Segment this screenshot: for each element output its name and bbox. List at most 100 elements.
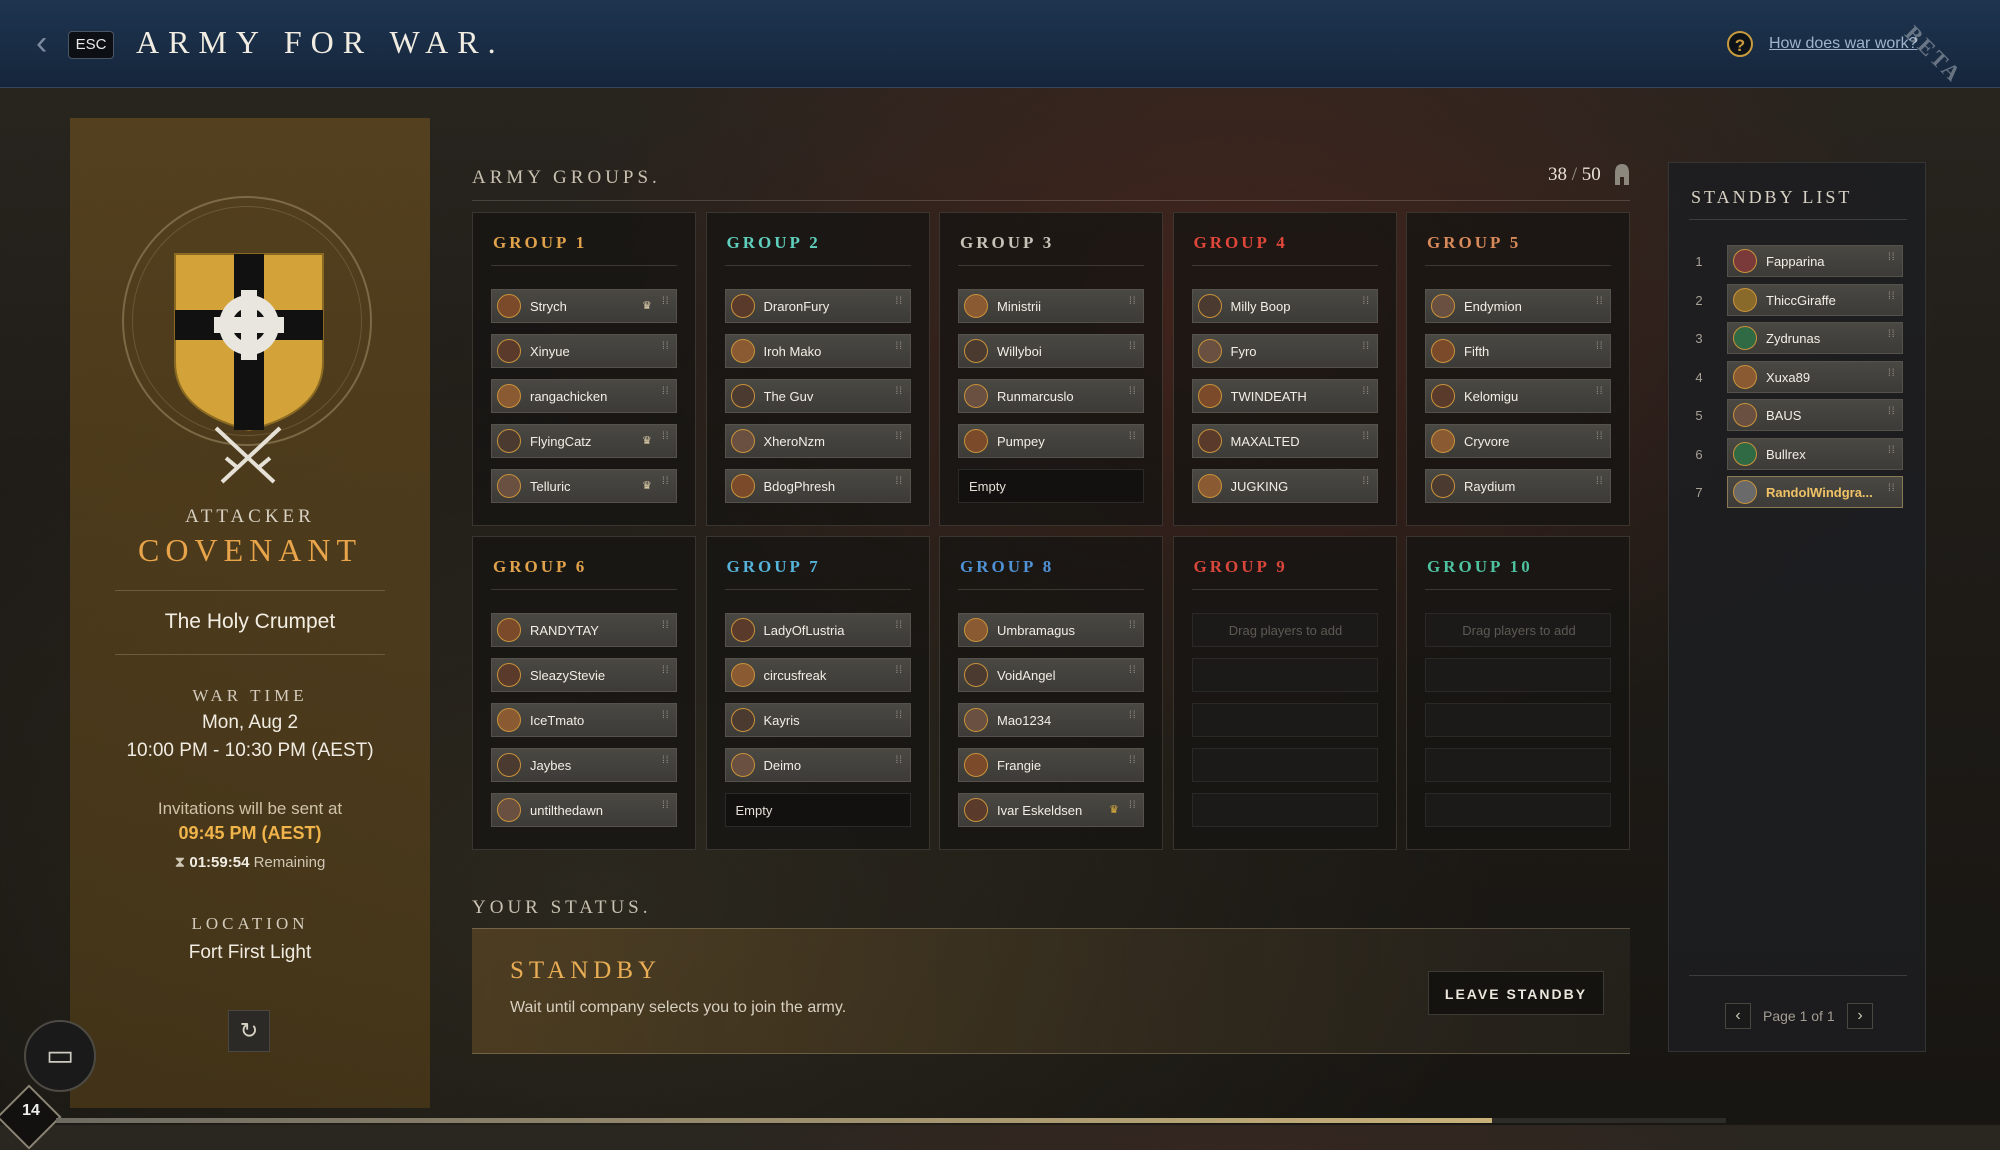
drag-handle-icon[interactable]: ⁞⁞ (1888, 407, 1896, 423)
drag-handle-icon[interactable]: ⁞⁞ (1888, 330, 1896, 346)
player-slot[interactable]: Ministrii ⁞⁞ (958, 289, 1144, 323)
drag-handle-icon[interactable]: ⁞⁞ (662, 387, 670, 403)
drag-handle-icon[interactable]: ⁞⁞ (1888, 291, 1896, 308)
drag-handle-icon[interactable]: ⁞⁞ (662, 621, 670, 637)
player-slot[interactable]: RANDYTAY ⁞⁞ (491, 613, 677, 647)
empty-drop-slot[interactable] (1425, 748, 1611, 782)
empty-drop-slot[interactable] (1191, 793, 1378, 827)
drag-handle-icon[interactable]: ⁞⁞ (1129, 621, 1137, 637)
player-slot[interactable]: IceTmato ⁞⁞ (491, 703, 677, 737)
leave-standby-button[interactable]: LEAVE STANDBY (1428, 971, 1604, 1015)
drag-handle-icon[interactable]: ⁞⁞ (662, 756, 670, 772)
empty-drop-slot[interactable] (1191, 703, 1378, 737)
player-slot[interactable]: Mao1234 ⁞⁞ (958, 703, 1144, 737)
drag-handle-icon[interactable]: ⁞⁞ (896, 756, 904, 772)
drag-handle-icon[interactable]: ⁞⁞ (1129, 387, 1137, 403)
drag-handle-icon[interactable]: ⁞⁞ (1129, 756, 1137, 772)
player-slot[interactable]: Runmarcuslo ⁞⁞ (958, 379, 1144, 413)
empty-slot[interactable]: Empty (958, 469, 1144, 503)
player-slot[interactable]: Fyro ⁞⁞ (1191, 334, 1378, 368)
player-slot[interactable]: Kelomigu ⁞⁞ (1425, 379, 1611, 413)
player-slot[interactable]: The Guv ⁞⁞ (724, 379, 911, 413)
player-slot[interactable]: Jaybes ⁞⁞ (491, 748, 677, 782)
drag-handle-icon[interactable]: ⁞⁞ (1129, 801, 1137, 817)
player-slot[interactable]: Ivar Eskeldsen ♛ ⁞⁞ (958, 793, 1144, 827)
esc-button[interactable]: ESC (68, 31, 114, 59)
drag-handle-icon[interactable]: ⁞⁞ (1596, 477, 1604, 493)
drag-handle-icon[interactable]: ⁞⁞ (896, 621, 904, 637)
player-slot[interactable]: Pumpey ⁞⁞ (958, 424, 1144, 458)
player-slot[interactable]: Raydium ⁞⁞ (1425, 469, 1611, 503)
player-slot[interactable]: Fifth ⁞⁞ (1425, 334, 1611, 368)
player-slot[interactable]: FlyingCatz ♛ ⁞⁞ (491, 424, 677, 458)
player-slot[interactable]: JUGKING ⁞⁞ (1191, 469, 1378, 503)
player-slot[interactable]: circusfreak ⁞⁞ (724, 658, 911, 692)
chat-button[interactable]: ▭ (24, 1020, 96, 1092)
player-slot[interactable]: SleazyStevie ⁞⁞ (491, 658, 677, 692)
drag-handle-icon[interactable]: ⁞⁞ (1129, 342, 1137, 358)
refresh-button[interactable]: ↻ (228, 1010, 270, 1052)
drag-handle-icon[interactable]: ⁞⁞ (1363, 297, 1371, 313)
prev-page-button[interactable]: ‹ (1725, 1003, 1751, 1029)
player-slot[interactable]: rangachicken ⁞⁞ (491, 379, 677, 413)
standby-player-slot[interactable]: Bullrex ⁞⁞ (1727, 437, 1903, 470)
drag-handle-icon[interactable]: ⁞⁞ (1363, 477, 1371, 493)
drag-handle-icon[interactable]: ⁞⁞ (1129, 432, 1137, 448)
drag-handle-icon[interactable]: ⁞⁞ (1363, 387, 1371, 403)
empty-drop-slot[interactable] (1425, 703, 1611, 737)
player-slot[interactable]: Endymion ⁞⁞ (1425, 289, 1611, 323)
player-slot[interactable]: Iroh Mako ⁞⁞ (724, 334, 911, 368)
empty-drop-slot[interactable] (1191, 748, 1378, 782)
drag-handle-icon[interactable]: ⁞⁞ (896, 666, 904, 682)
player-slot[interactable]: MAXALTED ⁞⁞ (1191, 424, 1378, 458)
player-slot[interactable]: Umbramagus ⁞⁞ (958, 613, 1144, 647)
drag-handle-icon[interactable]: ⁞⁞ (662, 432, 670, 448)
standby-player-slot[interactable]: Fapparina ⁞⁞ (1727, 245, 1903, 277)
drag-handle-icon[interactable]: ⁞⁞ (1596, 432, 1604, 448)
drag-handle-icon[interactable]: ⁞⁞ (896, 387, 904, 403)
drag-handle-icon[interactable]: ⁞⁞ (1888, 484, 1896, 500)
drag-handle-icon[interactable]: ⁞⁞ (1888, 253, 1896, 269)
drag-handle-icon[interactable]: ⁞⁞ (662, 666, 670, 682)
player-slot[interactable]: Xinyue ⁞⁞ (491, 334, 677, 368)
empty-drop-slot[interactable]: Drag players to add (1425, 613, 1611, 647)
standby-player-slot[interactable]: Xuxa89 ⁞⁞ (1727, 360, 1903, 393)
player-slot[interactable]: XheroNzm ⁞⁞ (724, 424, 911, 458)
player-slot[interactable]: VoidAngel ⁞⁞ (958, 658, 1144, 692)
drag-handle-icon[interactable]: ⁞⁞ (662, 342, 670, 358)
drag-handle-icon[interactable]: ⁞⁞ (1129, 666, 1137, 682)
drag-handle-icon[interactable]: ⁞⁞ (896, 477, 904, 493)
back-chevron-icon[interactable]: ‹ (36, 26, 62, 60)
player-slot[interactable]: Cryvore ⁞⁞ (1425, 424, 1611, 458)
player-slot[interactable]: Milly Boop ⁞⁞ (1191, 289, 1378, 323)
drag-handle-icon[interactable]: ⁞⁞ (1888, 445, 1896, 462)
drag-handle-icon[interactable]: ⁞⁞ (662, 297, 670, 313)
drag-handle-icon[interactable]: ⁞⁞ (1596, 297, 1604, 313)
drag-handle-icon[interactable]: ⁞⁞ (896, 297, 904, 313)
standby-player-slot[interactable]: BAUS ⁞⁞ (1727, 399, 1903, 431)
drag-handle-icon[interactable]: ⁞⁞ (1363, 432, 1371, 448)
drag-handle-icon[interactable]: ⁞⁞ (1888, 368, 1896, 385)
drag-handle-icon[interactable]: ⁞⁞ (1129, 711, 1137, 727)
drag-handle-icon[interactable]: ⁞⁞ (896, 342, 904, 358)
player-slot[interactable]: BdogPhresh ⁞⁞ (724, 469, 911, 503)
empty-drop-slot[interactable] (1425, 658, 1611, 692)
player-slot[interactable]: Willyboi ⁞⁞ (958, 334, 1144, 368)
standby-player-slot[interactable]: ThiccGiraffe ⁞⁞ (1727, 283, 1903, 316)
drag-handle-icon[interactable]: ⁞⁞ (896, 711, 904, 727)
player-slot[interactable]: TWINDEATH ⁞⁞ (1191, 379, 1378, 413)
empty-drop-slot[interactable]: Drag players to add (1191, 613, 1378, 647)
drag-handle-icon[interactable]: ⁞⁞ (1363, 342, 1371, 358)
player-slot[interactable]: Deimo ⁞⁞ (724, 748, 911, 782)
player-slot[interactable]: Kayris ⁞⁞ (724, 703, 911, 737)
player-slot[interactable]: Strych ♛ ⁞⁞ (491, 289, 677, 323)
drag-handle-icon[interactable]: ⁞⁞ (662, 711, 670, 727)
drag-handle-icon[interactable]: ⁞⁞ (662, 477, 670, 493)
player-slot[interactable]: Frangie ⁞⁞ (958, 748, 1144, 782)
player-slot[interactable]: untilthedawn ⁞⁞ (491, 793, 677, 827)
player-slot[interactable]: DraronFury ⁞⁞ (724, 289, 911, 323)
player-slot[interactable]: Telluric ♛ ⁞⁞ (491, 469, 677, 503)
drag-handle-icon[interactable]: ⁞⁞ (662, 801, 670, 817)
standby-player-slot[interactable]: RandolWindgra... ⁞⁞ (1727, 476, 1903, 508)
next-page-button[interactable]: › (1847, 1003, 1873, 1029)
